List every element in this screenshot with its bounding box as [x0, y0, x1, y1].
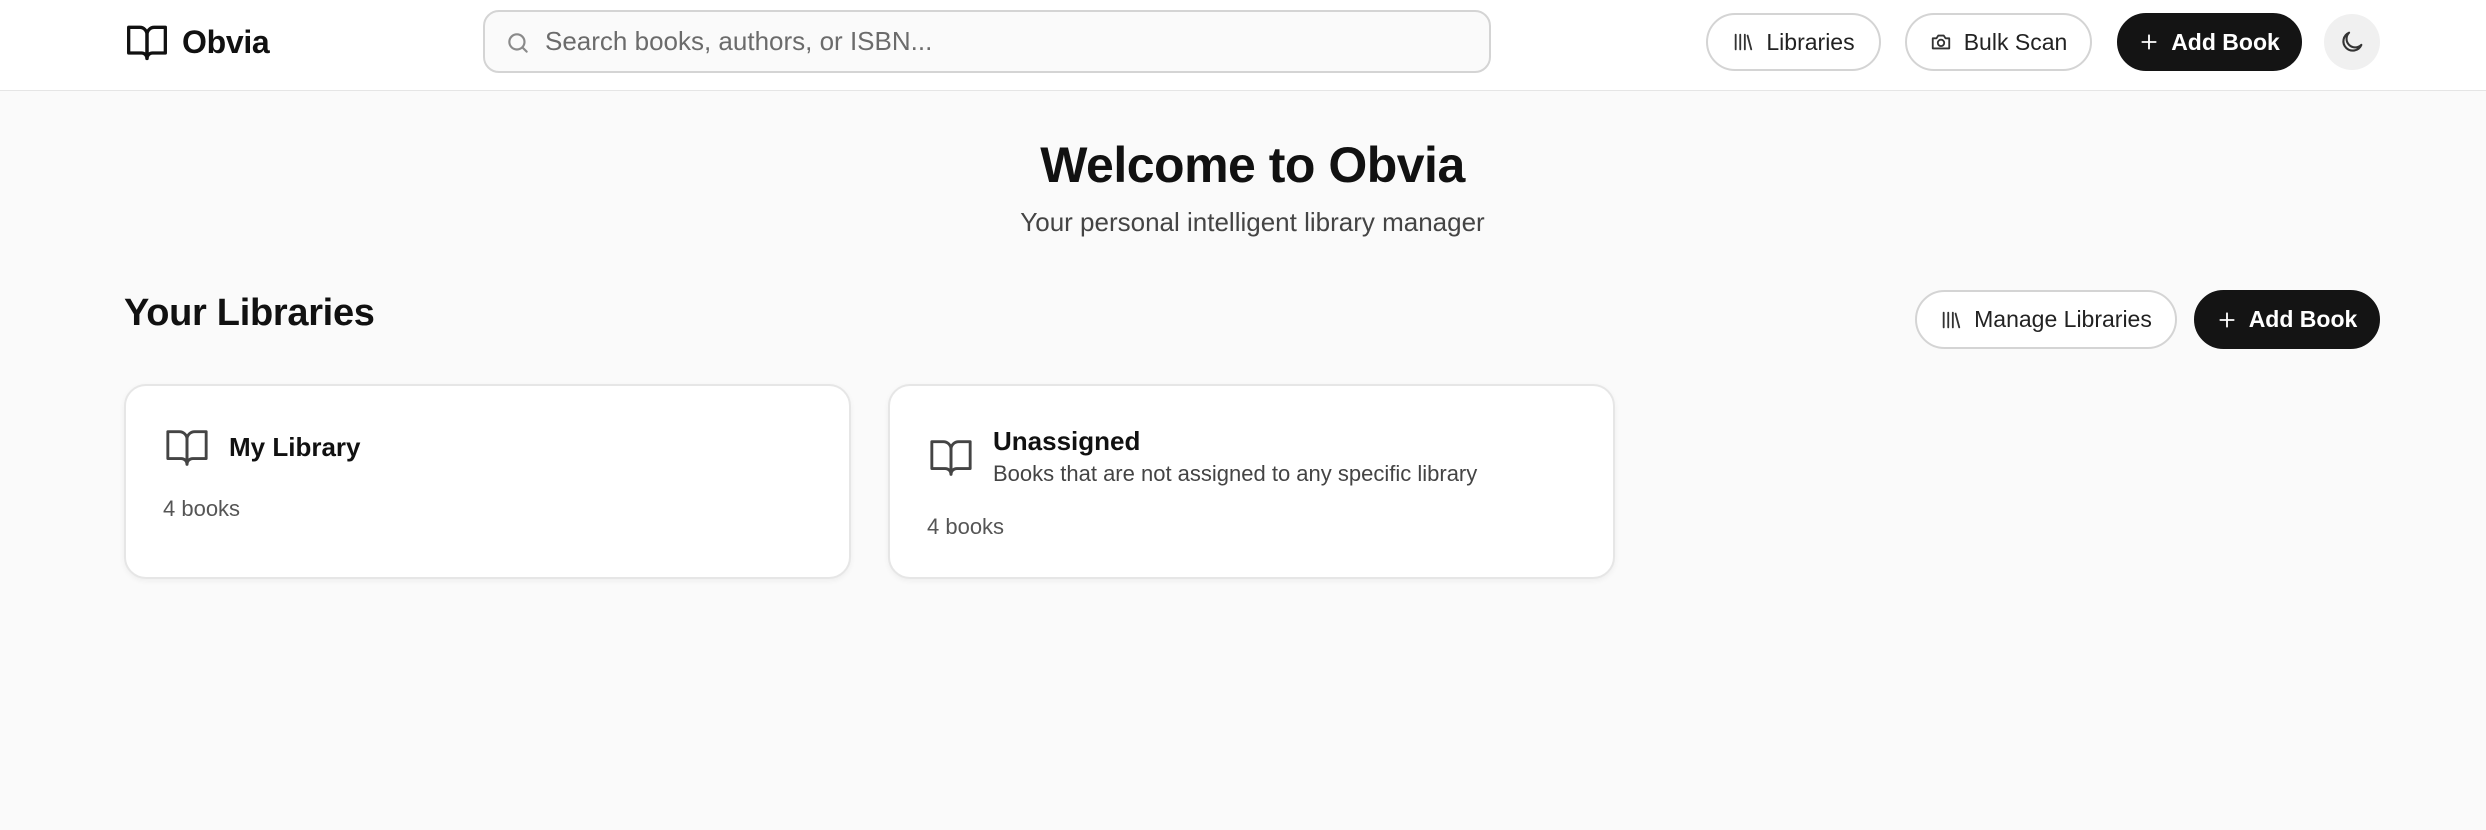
book-open-icon — [166, 430, 208, 466]
manage-libraries-button[interactable]: Manage Libraries — [1915, 290, 2177, 349]
moon-icon — [2342, 31, 2363, 52]
library-card-count: 4 books — [927, 514, 1005, 539]
search-bar — [483, 10, 1491, 73]
app-name: Obvia — [182, 23, 270, 60]
section-add-book-label: Add Book — [2248, 306, 2358, 332]
library-card-title: My Library — [229, 432, 361, 462]
book-open-icon — [127, 25, 167, 61]
section-title: Your Libraries — [124, 292, 375, 334]
header-add-book-button[interactable]: Add Book — [2117, 13, 2302, 71]
theme-toggle-button[interactable] — [2324, 14, 2380, 70]
bulk-scan-button[interactable]: Bulk Scan — [1905, 13, 2092, 71]
libraries-button-label: Libraries — [1766, 28, 1855, 55]
library-card-my-library[interactable]: My Library 4 books — [124, 384, 851, 579]
welcome-subtitle: Your personal intelligent library manage… — [1020, 207, 1485, 237]
camera-icon — [1931, 34, 1950, 50]
library-icon — [1942, 311, 1961, 328]
section-add-book-button[interactable]: Add Book — [2194, 290, 2380, 349]
top-navigation-bar: Obvia Libraries Bulk Scan Add Book — [0, 0, 2486, 91]
search-icon — [508, 33, 528, 53]
app-logo[interactable]: Obvia — [124, 20, 270, 64]
manage-libraries-label: Manage Libraries — [1974, 306, 2152, 332]
library-card-description: Books that are not assigned to any speci… — [993, 461, 1478, 486]
welcome-heading: Welcome to Obvia — [1040, 137, 1465, 193]
library-card-title: Unassigned — [993, 426, 1141, 456]
bulk-scan-button-label: Bulk Scan — [1963, 28, 2068, 55]
book-open-icon — [930, 440, 972, 476]
plus-icon — [2141, 34, 2157, 50]
search-input[interactable] — [485, 12, 1489, 71]
library-icon — [1735, 33, 1753, 51]
library-card-unassigned[interactable]: Unassigned Books that are not assigned t… — [888, 384, 1615, 579]
libraries-button[interactable]: Libraries — [1706, 13, 1881, 71]
plus-icon — [2219, 311, 2235, 328]
library-card-count: 4 books — [163, 496, 241, 521]
header-add-book-label: Add Book — [2171, 28, 2280, 55]
